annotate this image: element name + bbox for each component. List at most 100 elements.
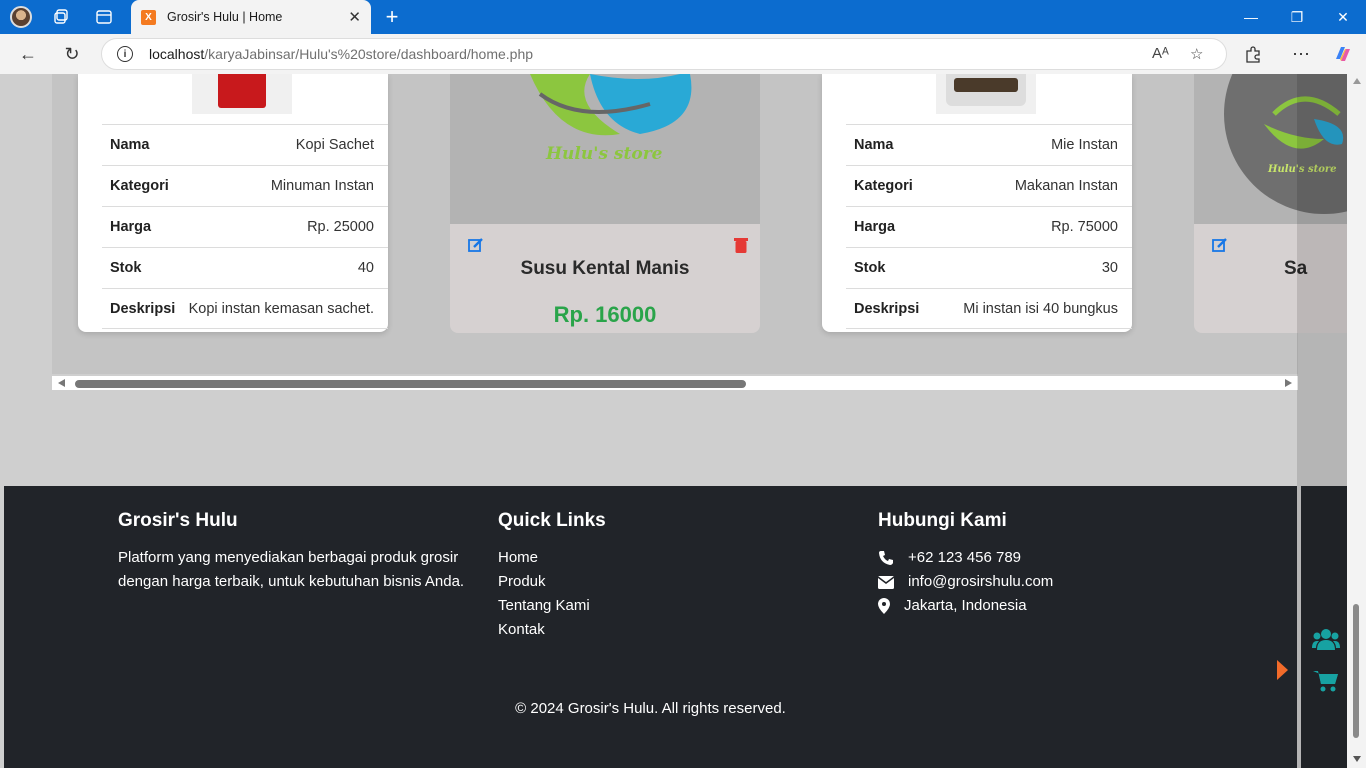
footer-about-title: Grosir's Hulu <box>118 510 238 531</box>
back-icon[interactable]: ← <box>16 42 40 66</box>
product-details-table: Nama Mie Instan Kategori Makanan Instan Ha… <box>846 124 1132 329</box>
product-image-logo: Hulu's store <box>450 74 760 224</box>
product-scroller[interactable]: Nama Kopi Sachet Kategori Minuman Instan H… <box>52 74 1347 374</box>
contact-email: info@grosirshulu.com <box>878 570 1053 594</box>
new-tab-icon[interactable]: + <box>381 4 403 29</box>
footer-links: Quick Links Home Produk Tentang Kami Kon… <box>498 510 606 642</box>
footer-link-tentang[interactable]: Tentang Kami <box>498 594 606 618</box>
sidebar-toggle-arrow-icon[interactable] <box>1277 660 1288 680</box>
contact-phone: +62 123 456 789 <box>878 546 1053 570</box>
address-bar[interactable]: i localhost/karyaJabinsar/Hulu's%20store… <box>101 38 1227 70</box>
footer-link-kontak[interactable]: Kontak <box>498 618 606 642</box>
footer-about: Grosir's Hulu Platform yang menyediakan … <box>118 510 468 594</box>
row-key: Deskripsi <box>854 300 920 317</box>
map-pin-icon <box>878 598 896 614</box>
scroll-up-arrow-icon[interactable] <box>1353 78 1361 84</box>
footer-links-title: Quick Links <box>498 510 606 531</box>
vertical-scroll-thumb[interactable] <box>1353 604 1359 738</box>
site-footer: Grosir's Hulu Platform yang menyediakan … <box>4 486 1297 768</box>
cart-icon[interactable] <box>1313 670 1339 697</box>
extensions-icon[interactable] <box>1241 42 1265 66</box>
site-info-icon[interactable]: i <box>117 46 133 62</box>
profile-avatar[interactable] <box>10 6 32 28</box>
more-menu-icon[interactable]: ⋯ <box>1289 42 1313 66</box>
read-aloud-icon[interactable]: Aᴬ <box>1152 45 1169 62</box>
table-row: Nama Kopi Sachet <box>102 124 388 165</box>
close-window-icon[interactable]: ✕ <box>1320 0 1366 34</box>
row-value: Minuman Instan <box>270 178 374 194</box>
logo-text: Hulu's store <box>546 144 663 164</box>
contact-email-text: info@grosirshulu.com <box>908 573 1054 590</box>
table-row: Kategori Makanan Instan <box>846 165 1132 206</box>
page-content: Nama Kopi Sachet Kategori Minuman Instan H… <box>4 74 1347 768</box>
table-row: Deskripsi Mi instan isi 40 bungkus <box>846 288 1132 329</box>
restore-icon[interactable]: ❐ <box>1274 0 1320 34</box>
table-row: Stok 30 <box>846 247 1132 288</box>
xampp-favicon-icon: X <box>141 9 156 25</box>
workspaces-icon[interactable] <box>51 6 73 28</box>
tab-active[interactable]: X Grosir's Hulu | Home ✕ <box>131 0 371 34</box>
sidebar-dock <box>1301 486 1347 768</box>
minimize-icon[interactable]: — <box>1228 0 1274 34</box>
product-name: Susu Kental Manis <box>520 258 690 279</box>
row-key: Nama <box>854 137 894 153</box>
table-row: Nama Mie Instan <box>846 124 1132 165</box>
edit-icon[interactable] <box>1212 237 1228 258</box>
tab-actions-icon[interactable] <box>93 6 115 28</box>
product-card[interactable]: Hulu's store Susu Kental Manis Rp. 16000 <box>450 74 760 333</box>
horizontal-scrollbar[interactable] <box>52 376 1298 390</box>
row-key: Stok <box>110 260 142 276</box>
row-key: Kategori <box>854 178 913 194</box>
row-key: Harga <box>854 219 896 235</box>
row-key: Stok <box>854 260 886 276</box>
row-key: Kategori <box>110 178 169 194</box>
row-value: 40 <box>357 260 374 276</box>
footer-about-text: Platform yang menyediakan berbagai produ… <box>118 549 465 590</box>
table-row: Deskripsi Kopi instan kemasan sachet. <box>102 288 388 329</box>
row-value: Rp. 75000 <box>1051 219 1118 235</box>
edit-icon[interactable] <box>468 237 484 258</box>
footer-link-produk[interactable]: Produk <box>498 570 606 594</box>
table-row: Stok 40 <box>102 247 388 288</box>
contact-phone-text: +62 123 456 789 <box>908 549 1022 566</box>
copilot-icon[interactable] <box>1331 42 1355 66</box>
row-value: Makanan Instan <box>1014 178 1118 194</box>
contact-location-text: Jakarta, Indonesia <box>904 597 1027 614</box>
browser-titlebar: X Grosir's Hulu | Home ✕ + — ❐ ✕ <box>0 0 1366 34</box>
close-tab-icon[interactable]: ✕ <box>348 8 361 26</box>
product-price: Rp. 16000 <box>553 302 657 327</box>
row-key: Harga <box>110 219 152 235</box>
row-value: Rp. 25000 <box>307 219 374 235</box>
footer-link-home[interactable]: Home <box>498 546 606 570</box>
users-icon[interactable] <box>1312 628 1340 655</box>
contact-location: Jakarta, Indonesia <box>878 594 1053 618</box>
footer-contact: Hubungi Kami +62 123 456 789 info@grosir… <box>878 510 1053 618</box>
row-key: Nama <box>110 137 150 153</box>
phone-icon <box>878 550 900 566</box>
url-host: localhost <box>149 46 205 62</box>
scroll-left-arrow-icon[interactable] <box>58 379 65 387</box>
product-card-details: Nama Mie Instan Kategori Makanan Instan Ha… <box>822 74 1132 332</box>
favorite-star-icon[interactable]: ☆ <box>1190 45 1203 63</box>
copyright: © 2024 Grosir's Hulu. All rights reserve… <box>515 700 786 717</box>
product-image <box>936 74 1036 114</box>
row-value: Kopi Sachet <box>295 137 374 153</box>
tab-title: Grosir's Hulu | Home <box>167 10 283 24</box>
scroll-down-arrow-icon[interactable] <box>1353 756 1361 762</box>
product-details-table: Nama Kopi Sachet Kategori Minuman Instan H… <box>102 124 388 329</box>
table-row: Harga Rp. 25000 <box>102 206 388 247</box>
url-path: /karyaJabinsar/Hulu's%20store/dashboard/… <box>204 46 534 62</box>
envelope-icon <box>878 575 900 589</box>
table-row: Kategori Minuman Instan <box>102 165 388 206</box>
vertical-scrollbar[interactable] <box>1347 74 1366 768</box>
trash-icon[interactable] <box>734 237 748 258</box>
product-image <box>192 74 292 114</box>
product-card-details: Nama Kopi Sachet Kategori Minuman Instan H… <box>78 74 388 332</box>
row-value: Mie Instan <box>1051 137 1118 153</box>
refresh-icon[interactable]: ↻ <box>60 42 84 66</box>
row-value: Mi instan isi 40 bungkus <box>963 300 1118 317</box>
scroll-thumb[interactable] <box>75 380 746 388</box>
scroll-right-arrow-icon[interactable] <box>1285 379 1292 387</box>
row-value: 30 <box>1101 260 1118 276</box>
browser-navbar: ← ↻ i localhost/karyaJabinsar/Hulu's%20s… <box>0 34 1366 74</box>
